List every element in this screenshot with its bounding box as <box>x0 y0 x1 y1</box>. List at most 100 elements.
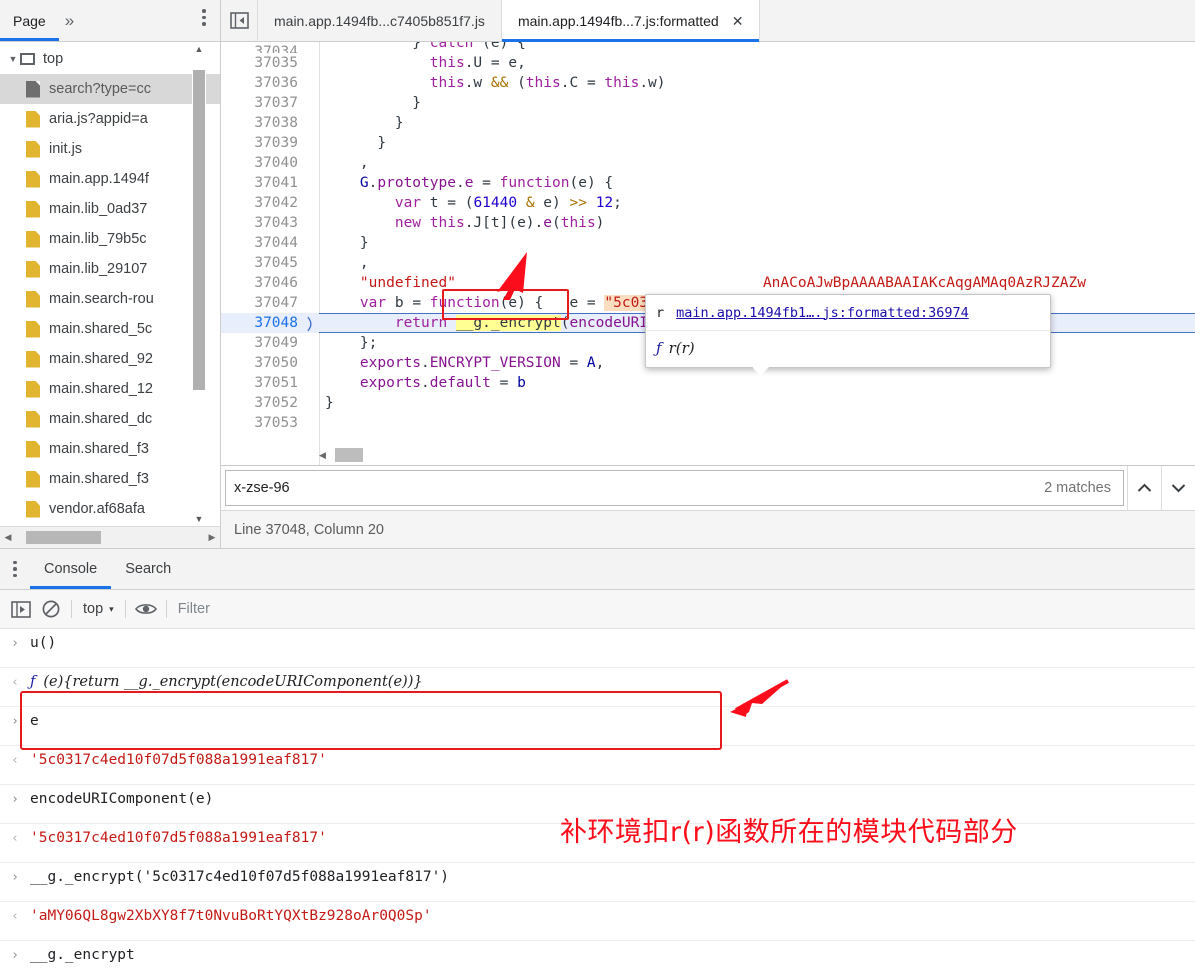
scroll-thumb-horizontal[interactable] <box>335 448 363 462</box>
line-number-37034: 37034 <box>254 44 298 53</box>
tree-item-9[interactable]: main.shared_92 <box>0 344 220 374</box>
tree-item-6[interactable]: main.lib_29107 <box>0 254 220 284</box>
tree-item-10[interactable]: main.shared_12 <box>0 374 220 404</box>
tab-search[interactable]: Search <box>111 550 185 589</box>
function-definition-popup[interactable]: r main.app.1494fb1….js:formatted:36974 ƒ… <box>645 294 1051 376</box>
editor-horizontal-scrollbar[interactable]: ◀ <box>319 448 479 463</box>
line-number-37041: 37041 <box>254 175 298 191</box>
document-icon <box>26 80 40 98</box>
tree-item-7[interactable]: main.search-rou <box>0 284 220 314</box>
scroll-track-horizontal[interactable] <box>16 531 204 544</box>
scroll-left-icon[interactable]: ◀ <box>0 532 16 543</box>
clear-console-icon[interactable] <box>36 594 66 624</box>
file-tree[interactable]: ▼ top search?type=cc aria.js?appid=a init.… <box>0 42 220 548</box>
line-number-37052: 37052 <box>254 395 298 411</box>
search-matches-count: 2 matches <box>1044 480 1111 496</box>
tree-item-label: vendor.af68afa <box>49 501 145 517</box>
editor-tab-1[interactable]: main.app.1494fb...7.js:formatted ✕ <box>501 0 761 42</box>
console-messages[interactable]: › u() ‹ ƒ (e){return __g._encrypt(encodeURIC… <box>0 629 1195 974</box>
code-line-37037: 37037 } <box>221 93 1195 113</box>
scroll-thumb-vertical[interactable] <box>193 70 205 390</box>
js-file-icon <box>26 170 40 188</box>
tree-item-2[interactable]: init.js <box>0 134 220 164</box>
more-vertical-icon[interactable] <box>0 560 30 578</box>
code-text-37034: } catch (e) { <box>325 42 526 51</box>
tree-item-1[interactable]: aria.js?appid=a <box>0 104 220 134</box>
scroll-down-icon[interactable]: ▼ <box>192 512 206 526</box>
code-line-37038: 37038 } <box>221 113 1195 133</box>
drawer-tabbar: Console Search <box>0 549 1195 590</box>
highlighted-token[interactable]: __g._encrypt <box>455 315 561 331</box>
tree-item-4[interactable]: main.lib_0ad37 <box>0 194 220 224</box>
chevrons-right-icon[interactable]: » <box>59 11 79 31</box>
tree-items: search?type=cc aria.js?appid=a init.js main… <box>0 74 220 524</box>
tree-root-top[interactable]: ▼ top <box>0 44 220 74</box>
search-box[interactable]: 2 matches <box>225 470 1124 506</box>
tree-item-3[interactable]: main.app.1494f <box>0 164 220 194</box>
editor-pane: main.app.1494fb...c7405b851f7.js main.ap… <box>221 0 1195 548</box>
tree-item-11[interactable]: main.shared_dc <box>0 404 220 434</box>
navigator-pane: Page » ▼ top search?type=cc aria.js?appid… <box>0 0 221 548</box>
code-text-37042: var t = (61440 & e) >> 12; <box>394 195 622 211</box>
navigator-horizontal-scrollbar[interactable]: ◀ ▶ <box>0 526 220 548</box>
line-number-37039: 37039 <box>254 135 298 151</box>
tree-item-12[interactable]: main.shared_f3 <box>0 434 220 464</box>
tree-item-14[interactable]: vendor.af68afa <box>0 494 220 524</box>
js-file-icon <box>26 230 40 248</box>
console-filter[interactable] <box>175 600 1195 618</box>
editor-tabbar: main.app.1494fb...c7405b851f7.js main.ap… <box>221 0 1195 42</box>
function-glyph-icon: ƒ <box>30 674 36 690</box>
search-prev-button[interactable] <box>1127 466 1161 510</box>
code-text-37052: } <box>325 395 334 411</box>
tree-item-label: aria.js?appid=a <box>49 111 148 127</box>
search-next-button[interactable] <box>1161 466 1195 510</box>
search-input[interactable] <box>226 479 1045 497</box>
code-text-37051: exports.default = b <box>359 375 526 391</box>
frame-icon <box>20 53 35 65</box>
code-line-37042: 37042 var t = (61440 & e) >> 12; <box>221 193 1195 213</box>
console-sidebar-icon[interactable] <box>6 594 36 624</box>
line-number-37040: 37040 <box>254 155 298 171</box>
code-string-37046: "undefined" <box>359 275 456 291</box>
code-text-37044: } <box>325 235 369 251</box>
show-navigator-icon[interactable] <box>221 0 258 41</box>
tree-item-label: init.js <box>49 141 83 157</box>
tree-item-8[interactable]: main.shared_5c <box>0 314 220 344</box>
line-number-37042: 37042 <box>254 195 298 211</box>
filter-input[interactable] <box>175 600 1195 618</box>
js-file-icon <box>26 140 40 158</box>
code-text-37037: } <box>325 95 422 111</box>
close-icon[interactable]: ✕ <box>732 14 744 28</box>
input-marker-icon: › <box>11 948 19 963</box>
console-row-text: (e){return __g._encrypt(encodeURICompone… <box>43 674 423 690</box>
scroll-thumb-horizontal[interactable] <box>26 531 101 544</box>
tab-console[interactable]: Console <box>30 550 112 589</box>
scroll-up-icon[interactable]: ▲ <box>192 42 206 56</box>
live-expression-icon[interactable] <box>131 594 161 624</box>
code-viewer[interactable]: 37034 } catch (e) { 37035 this.U = e, 37… <box>221 42 1195 465</box>
tab-page[interactable]: Page <box>0 1 59 41</box>
console-row-content: ƒ (e){return __g._encrypt(encodeURICompon… <box>30 672 1195 693</box>
popup-link-row: r main.app.1494fb1….js:formatted:36974 <box>646 295 1050 331</box>
tree-item-label: main.shared_f3 <box>49 441 149 457</box>
js-file-icon <box>26 440 40 458</box>
tree-item-13[interactable]: main.shared_f3 <box>0 464 220 494</box>
tree-item-5[interactable]: main.lib_79b5c <box>0 224 220 254</box>
more-vertical-icon[interactable] <box>202 9 206 29</box>
execution-context-selector[interactable]: top ▾ <box>77 601 120 617</box>
tree-item-label: main.shared_dc <box>49 411 153 427</box>
scroll-left-icon[interactable]: ◀ <box>319 450 326 461</box>
popup-source-link[interactable]: main.app.1494fb1….js:formatted:36974 <box>676 305 969 321</box>
tree-item-label: main.app.1494f <box>49 171 149 187</box>
tree-item-0[interactable]: search?type=cc <box>0 74 220 104</box>
scroll-right-icon[interactable]: ▶ <box>204 532 220 543</box>
input-marker-icon: › <box>11 870 19 885</box>
output-marker-icon: ‹ <box>11 675 19 690</box>
code-text-37038: } <box>325 115 404 131</box>
console-row-content: e <box>30 713 39 729</box>
line-number-37053: 37053 <box>254 415 298 431</box>
editor-tab-0-label: main.app.1494fb...c7405b851f7.js <box>274 12 485 29</box>
cursor-position-label: Line 37048, Column 20 <box>234 521 384 538</box>
navigator-vertical-scrollbar[interactable]: ▲ ▼ <box>192 42 206 526</box>
editor-tab-0[interactable]: main.app.1494fb...c7405b851f7.js <box>258 0 502 41</box>
